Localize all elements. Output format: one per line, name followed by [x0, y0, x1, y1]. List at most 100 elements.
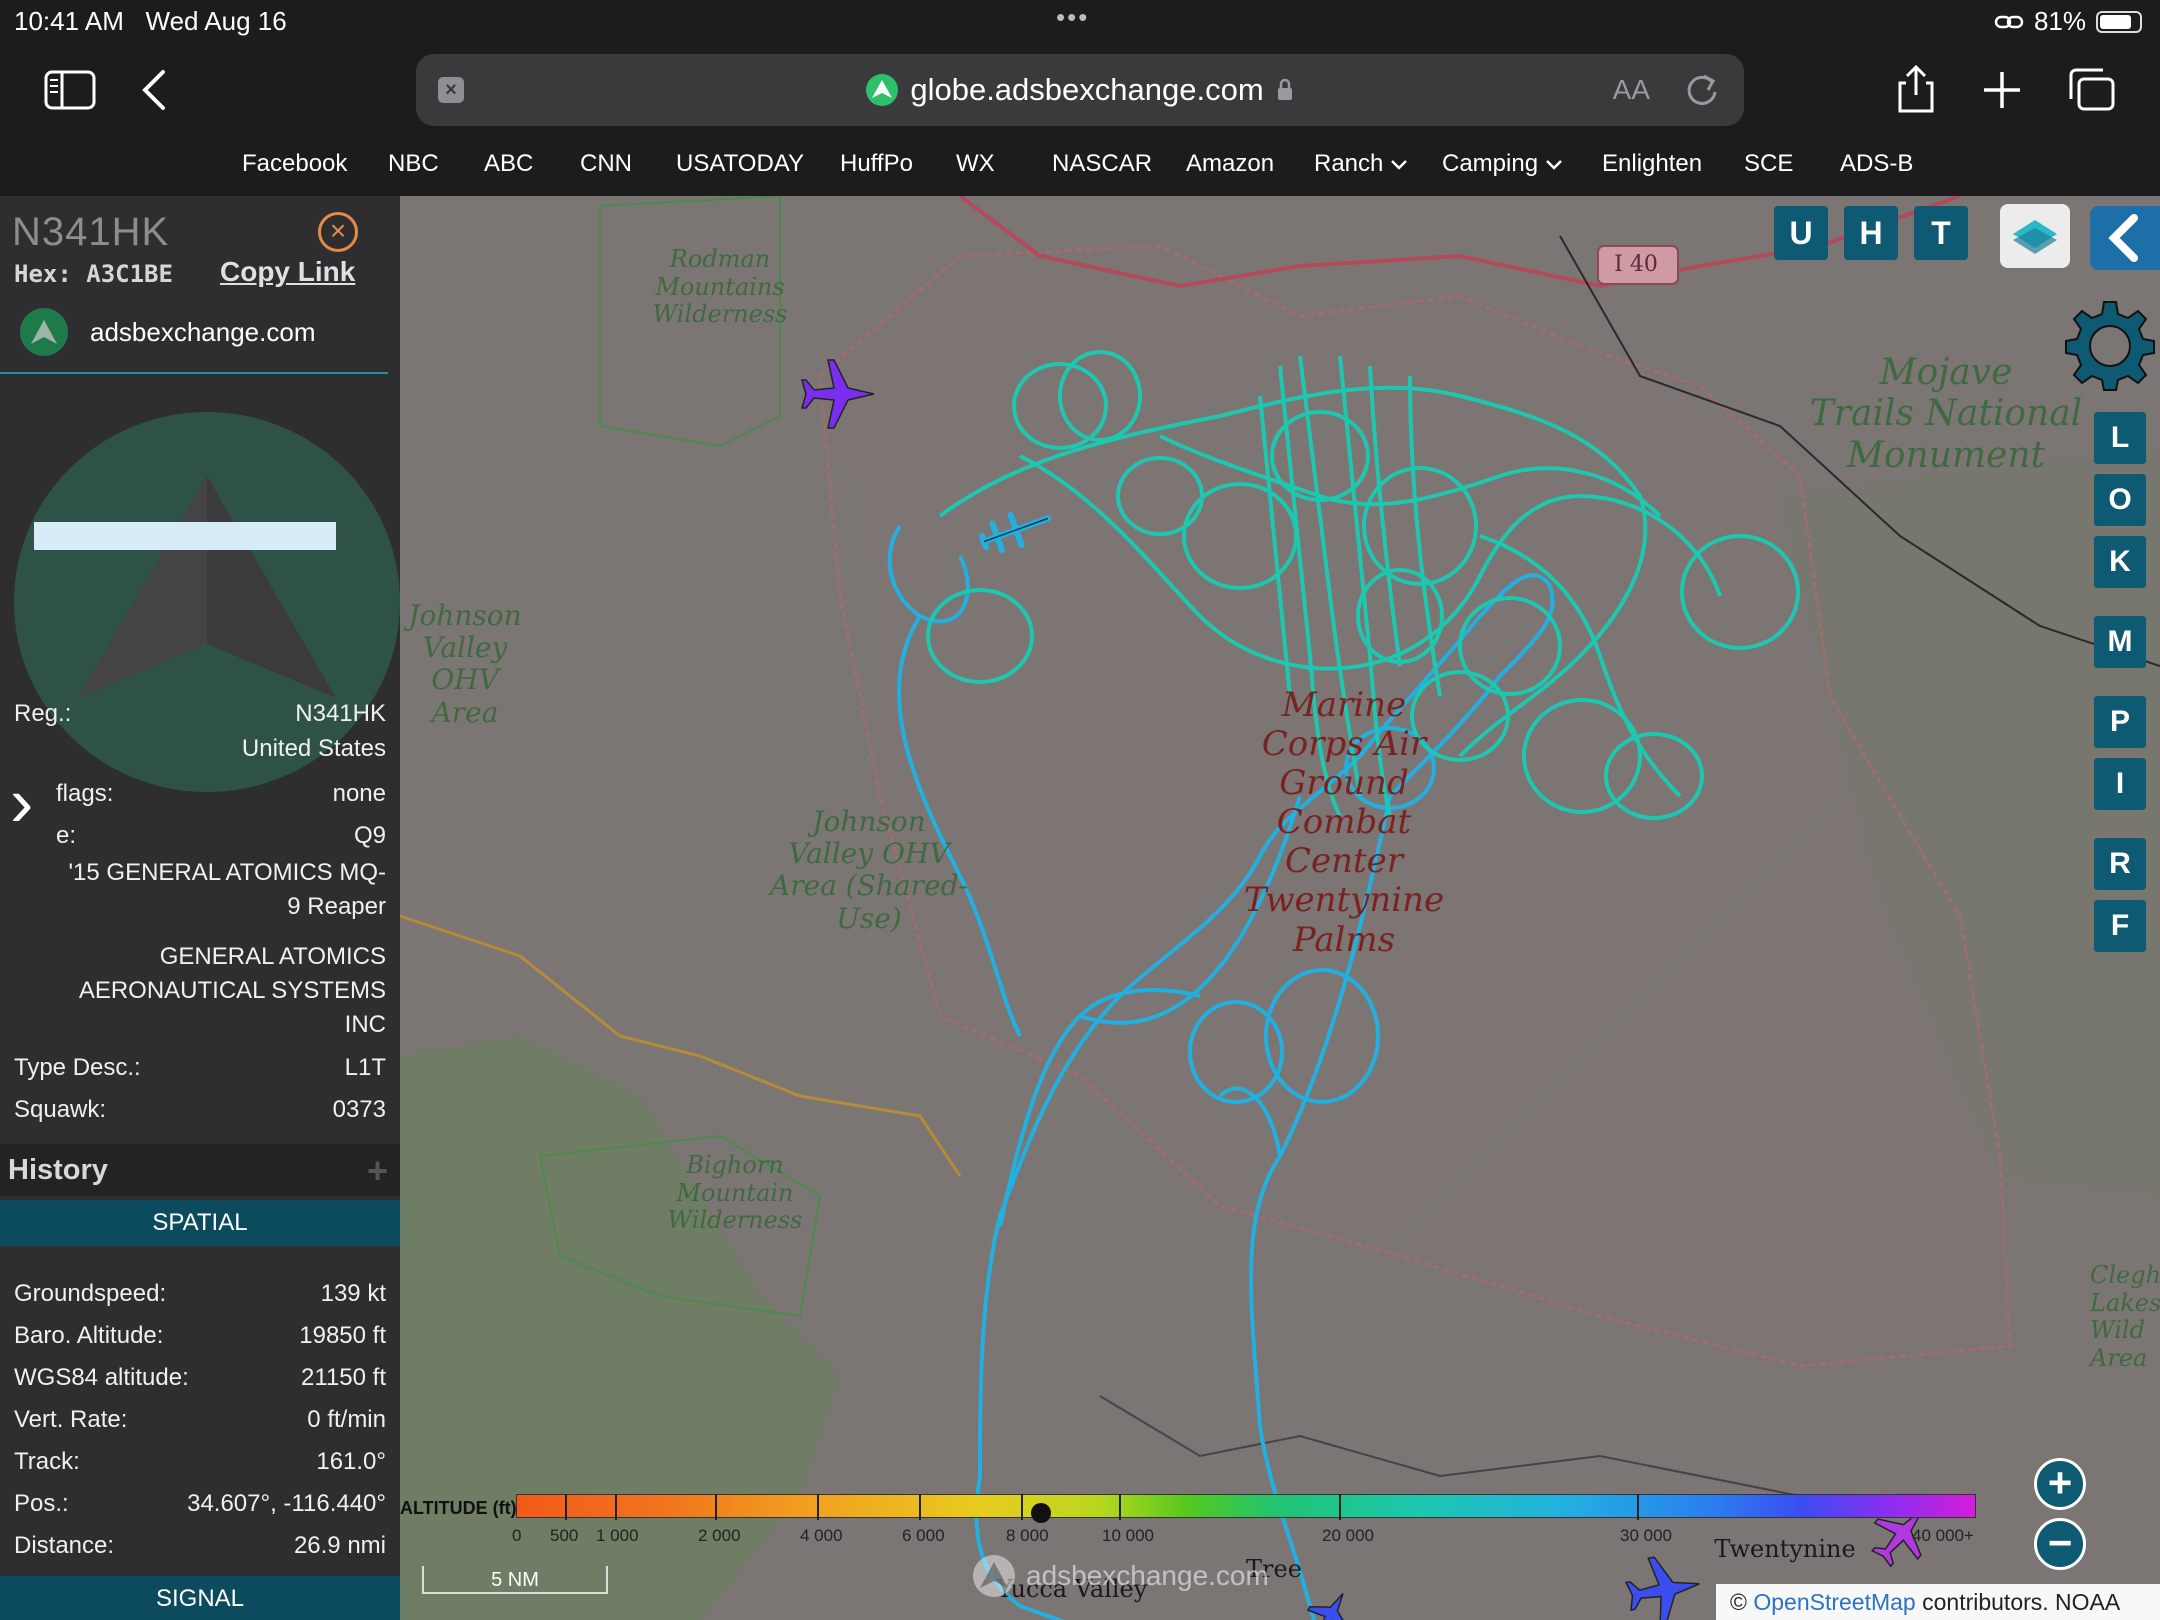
- stat-value: 26.9 nmi: [293, 1532, 386, 1559]
- altitude-tick: 40 000+: [1912, 1526, 1974, 1545]
- attribution-prefix: ©: [1730, 1589, 1747, 1615]
- aircraft-info-panel: N341HK × Hex: A3C1BE Copy Link adsbexcha…: [0, 196, 400, 1620]
- tabs-overview-icon[interactable]: [2062, 62, 2122, 118]
- altitude-tick: 0: [512, 1526, 522, 1545]
- layers-button[interactable]: [2000, 204, 2070, 268]
- bookmark-facebook[interactable]: Facebook: [242, 150, 347, 178]
- squawk-row: Squawk: 0373: [14, 1096, 386, 1124]
- url-display[interactable]: globe.adsbexchange.com: [416, 54, 1744, 126]
- squawk-label: Squawk:: [14, 1096, 107, 1123]
- bookmark-adsb[interactable]: ADS-B: [1840, 150, 1913, 178]
- battery-icon: [2096, 10, 2142, 33]
- address-bar[interactable]: × globe.adsbexchange.com AA: [416, 54, 1744, 126]
- history-header[interactable]: History +: [0, 1144, 400, 1196]
- openstreetmap-link[interactable]: OpenStreetMap: [1753, 1589, 1915, 1615]
- owner-value: GENERAL ATOMICS AERONAUTICAL SYSTEMS INC: [79, 940, 386, 1042]
- reader-button[interactable]: AA: [1613, 74, 1650, 106]
- stat-row: Groundspeed: 139 kt: [14, 1280, 386, 1308]
- altitude-tick: 2 000: [698, 1526, 741, 1545]
- close-icon[interactable]: ×: [318, 212, 358, 252]
- stat-row: Track: 161.0°: [14, 1448, 386, 1476]
- bookmark-enlighten[interactable]: Enlighten: [1602, 150, 1702, 178]
- bookmark-cnn[interactable]: CNN: [580, 150, 632, 178]
- map-attribution: © OpenStreetMap contributors. NOAA: [1716, 1584, 2160, 1620]
- watermark: adsbexchange.com: [972, 1554, 1269, 1598]
- owner-line1: GENERAL ATOMICS: [159, 943, 386, 970]
- back-icon[interactable]: [124, 62, 184, 118]
- stat-row: Baro. Altitude: 19850 ft: [14, 1322, 386, 1350]
- map-view[interactable]: I 40 Rodman Mountains Wilderness Mojave …: [400, 196, 2160, 1620]
- altitude-tick: 10 000: [1102, 1526, 1154, 1545]
- copy-link-button[interactable]: Copy Link: [220, 256, 355, 288]
- signal-section-header[interactable]: SIGNAL: [0, 1576, 400, 1620]
- follow-button[interactable]: F: [2094, 900, 2146, 952]
- type-value: Q9: [353, 822, 386, 849]
- map-label-bighorn: Bighorn Mountain Wilderness: [667, 1151, 803, 1235]
- lock-icon: [1277, 78, 1292, 100]
- map-label-mojave: Mojave Trails National Monument: [1809, 352, 2083, 476]
- history-expand-icon[interactable]: +: [367, 1150, 388, 1192]
- map-label-johnson-valley: Johnson Valley OHV Area: [408, 599, 522, 729]
- map-label-cleghorn: Clegh Lakes Wild Area: [2090, 1261, 2160, 1372]
- settings-gear-icon[interactable]: [2062, 298, 2158, 394]
- history-title: History: [8, 1154, 108, 1186]
- unit-toggle-button[interactable]: U: [1774, 206, 1828, 260]
- altitude-tick: 6 000: [902, 1526, 945, 1545]
- expand-panel-icon[interactable]: ›: [10, 762, 33, 842]
- bookmark-ranch[interactable]: Ranch: [1314, 150, 1408, 178]
- type-label: e:: [56, 822, 77, 849]
- chevron-left-icon: [2108, 214, 2138, 262]
- reg-label: Reg.:: [14, 700, 72, 727]
- share-icon[interactable]: [1886, 62, 1946, 118]
- stat-value: 21150 ft: [301, 1364, 386, 1391]
- bookmark-sce[interactable]: SCE: [1744, 150, 1793, 178]
- zoom-in-button[interactable]: +: [2034, 1458, 2086, 1510]
- flags-row: flags: none: [56, 780, 386, 808]
- site-favicon-icon: [866, 74, 899, 106]
- stat-label: Distance:: [14, 1532, 115, 1559]
- altitude-tick: 500: [550, 1526, 579, 1545]
- stat-label: Baro. Altitude:: [14, 1322, 164, 1349]
- new-tab-icon[interactable]: [1972, 62, 2032, 118]
- stat-value: 0 ft/min: [307, 1406, 386, 1433]
- bookmark-wx[interactable]: WX: [956, 150, 995, 178]
- attribution-suffix: contributors. NOAA: [1922, 1589, 2121, 1615]
- type-desc-label: Type Desc.:: [14, 1054, 141, 1081]
- zoom-out-button[interactable]: −: [2034, 1518, 2086, 1570]
- multiselect-button[interactable]: M: [2094, 616, 2146, 668]
- reload-icon[interactable]: [1684, 70, 1720, 113]
- altitude-ticks: [565, 1494, 1639, 1520]
- site-link[interactable]: adsbexchange.com: [20, 308, 315, 356]
- replay-button[interactable]: R: [2094, 838, 2146, 890]
- multitasking-dots-icon[interactable]: •••: [1056, 2, 1089, 33]
- kml-button[interactable]: K: [2094, 536, 2146, 588]
- spatial-section-header[interactable]: SPATIAL: [0, 1200, 400, 1246]
- info-button[interactable]: I: [2094, 758, 2146, 810]
- sidebar-toggle-icon[interactable]: [40, 62, 100, 118]
- stat-row: Pos.: 34.607°, -116.440°: [14, 1490, 386, 1518]
- watermark-text: adsbexchange.com: [1026, 1560, 1269, 1591]
- table-toggle-button[interactable]: T: [1914, 206, 1968, 260]
- stat-label: Track:: [14, 1448, 80, 1475]
- link-icon: [1994, 15, 2024, 28]
- type-row: e: Q9: [56, 822, 386, 850]
- persistence-button[interactable]: P: [2094, 696, 2146, 748]
- bookmark-usatoday[interactable]: USATODAY: [676, 150, 804, 178]
- bookmark-camping[interactable]: Camping: [1442, 150, 1563, 178]
- map-label-marine-corps: Marine Corps Air Ground Combat Center Tw…: [1243, 685, 1445, 960]
- reg-value: N341HK: [295, 700, 386, 727]
- bookmark-amazon[interactable]: Amazon: [1186, 150, 1274, 178]
- stat-value: 34.607°, -116.440°: [187, 1490, 386, 1517]
- adsbexchange-logo-icon: [20, 308, 68, 356]
- bookmark-abc[interactable]: ABC: [484, 150, 533, 178]
- bookmark-huffpo[interactable]: HuffPo: [840, 150, 913, 178]
- callsign-title: N341HK: [12, 210, 170, 254]
- labels-toggle-button[interactable]: L: [2094, 412, 2146, 464]
- flags-label: flags:: [56, 780, 114, 807]
- history-toggle-button[interactable]: H: [1844, 206, 1898, 260]
- extended-labels-button[interactable]: O: [2094, 474, 2146, 526]
- bookmark-nbc[interactable]: NBC: [388, 150, 439, 178]
- bookmark-nascar[interactable]: NASCAR: [1052, 150, 1152, 178]
- collapse-sidebar-button[interactable]: [2090, 206, 2160, 270]
- type-desc-value: L1T: [344, 1054, 386, 1081]
